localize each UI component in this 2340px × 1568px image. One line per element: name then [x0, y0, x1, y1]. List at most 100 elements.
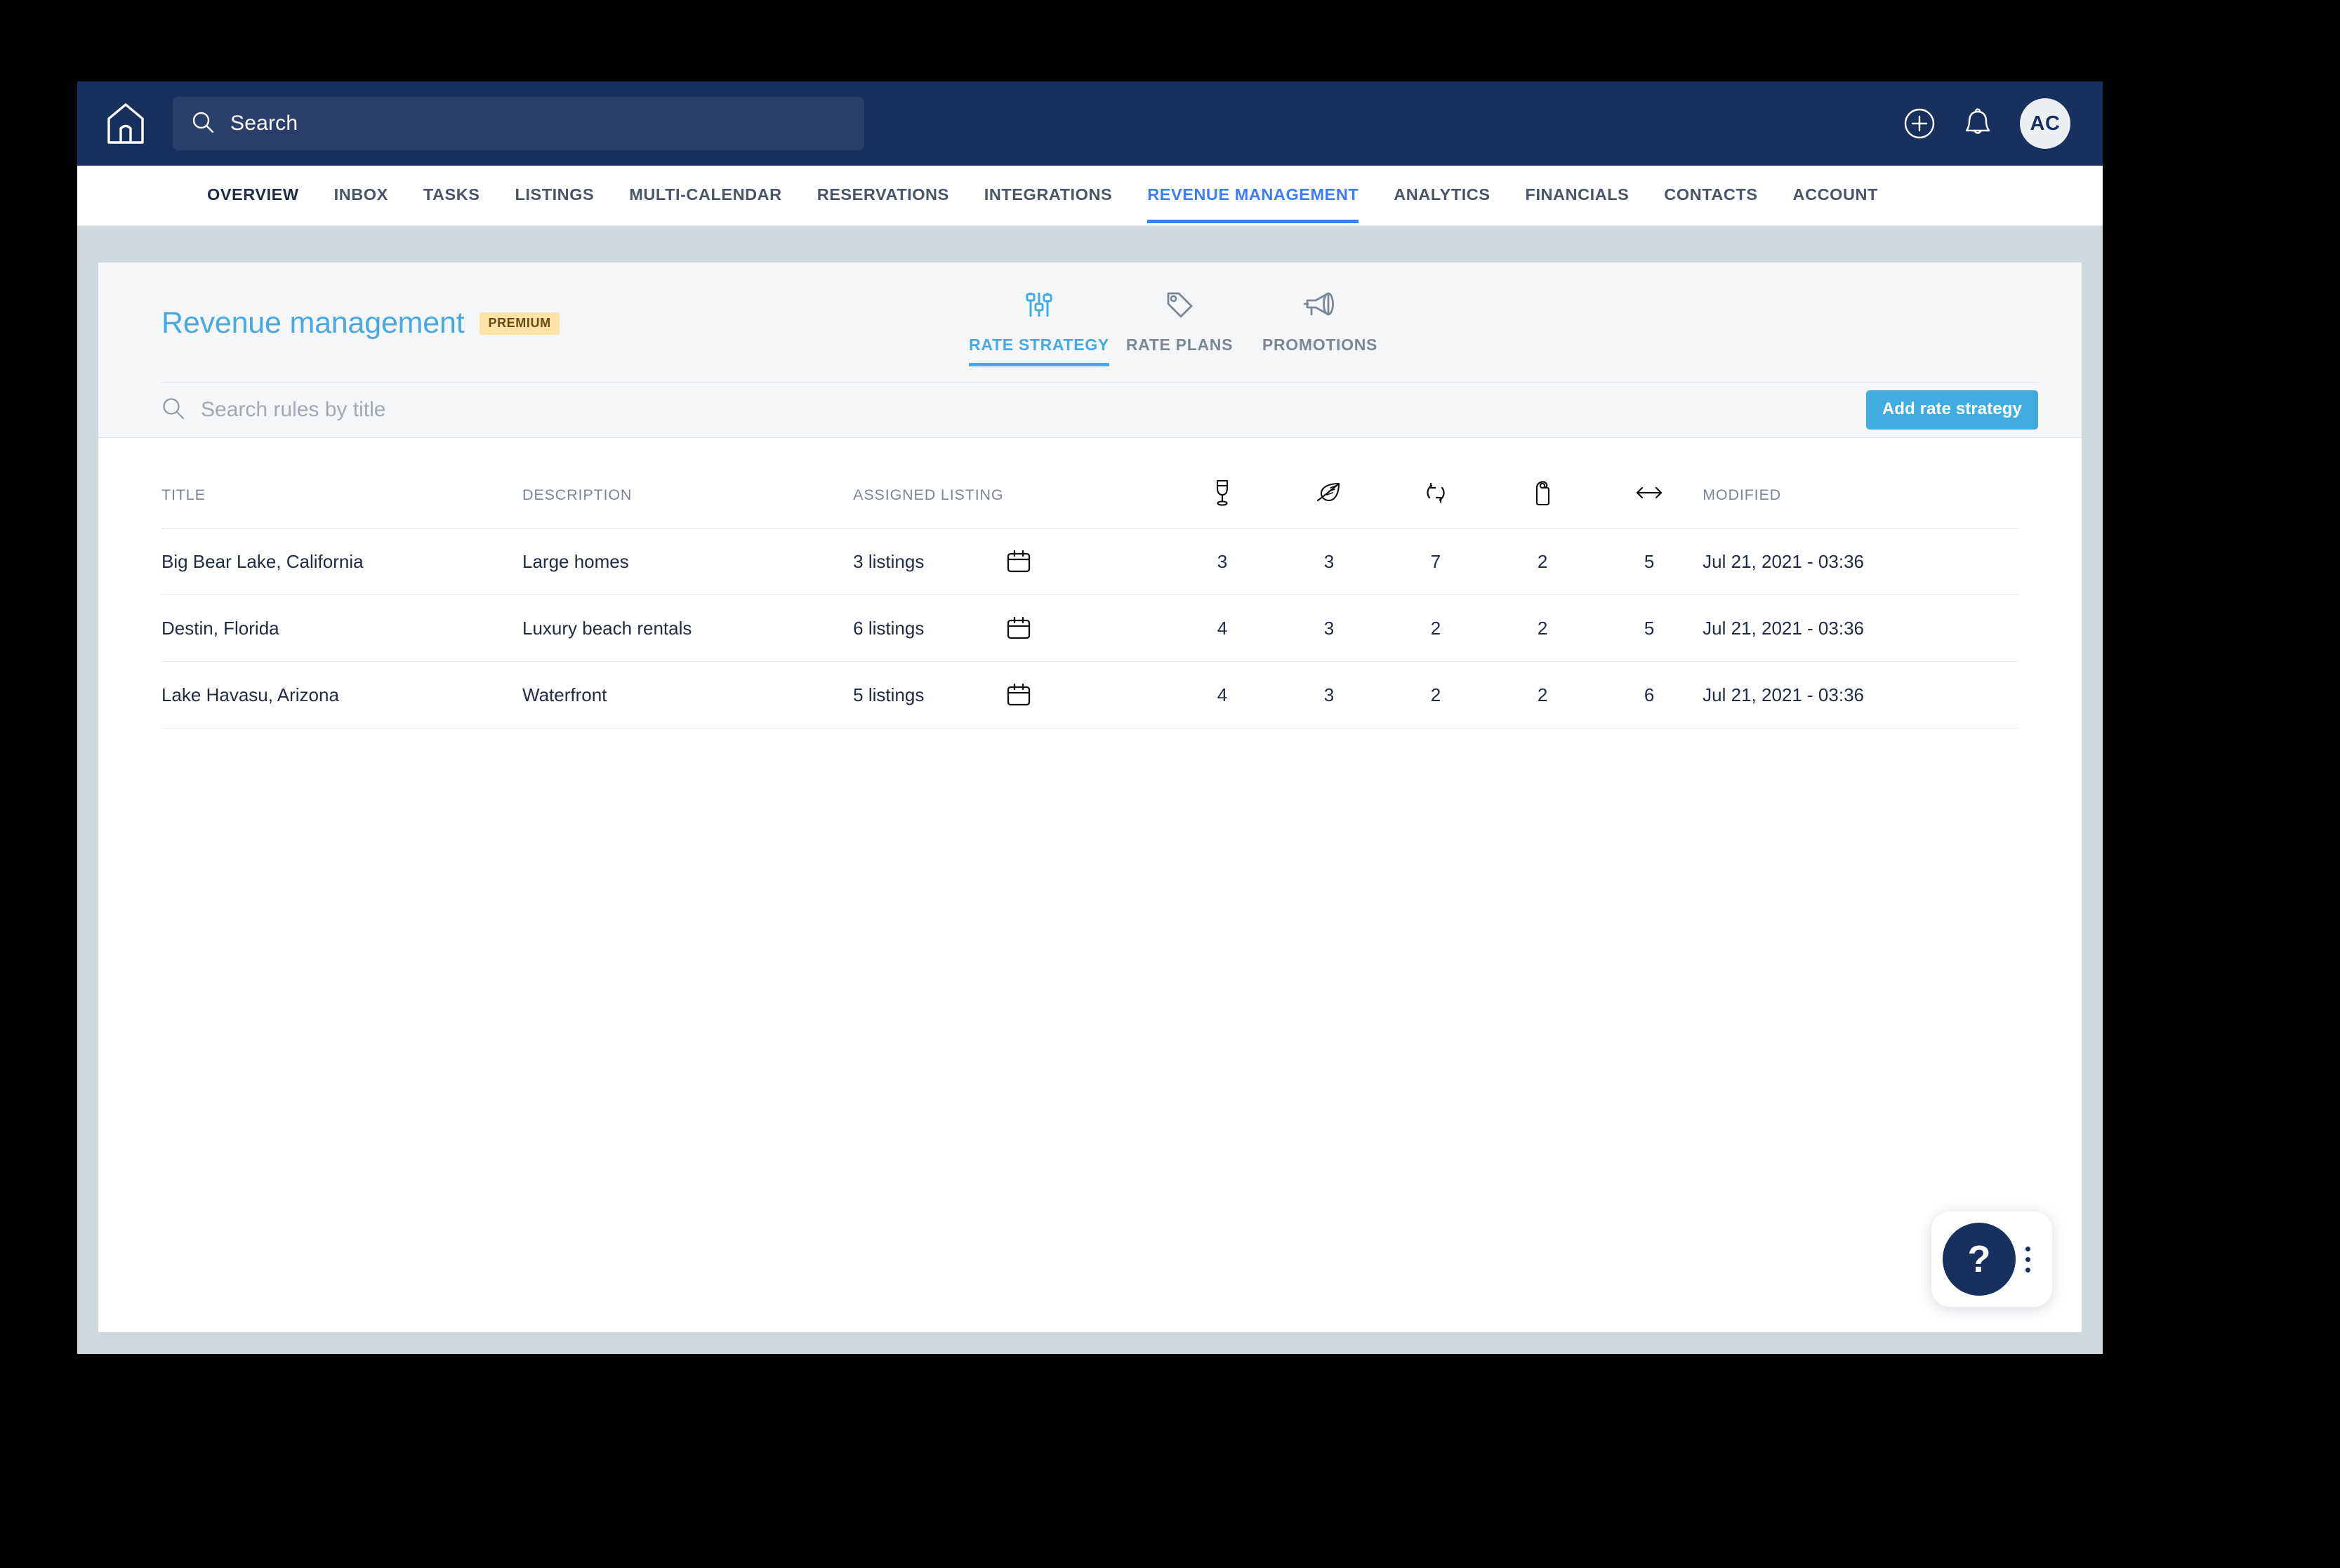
avatar-initials: AC — [2030, 112, 2061, 135]
refresh-cycle-icon — [1423, 483, 1448, 509]
calendar-icon[interactable] — [1006, 616, 1031, 640]
door-hanger-icon — [1533, 481, 1552, 510]
tab-rate-plans-label: RATE PLANS — [1125, 335, 1234, 354]
nav-item-integrations[interactable]: INTEGRATIONS — [984, 166, 1112, 223]
nav-item-reservations[interactable]: RESERVATIONS — [817, 166, 949, 223]
cell-description: Waterfront — [522, 661, 854, 729]
calendar-icon[interactable] — [1006, 550, 1031, 573]
home-icon[interactable] — [100, 98, 152, 150]
kebab-dot — [2025, 1256, 2030, 1262]
table-row[interactable]: Destin, Florida Luxury beach rentals 6 l… — [161, 594, 2018, 662]
cell-turnover: 2 — [1382, 594, 1490, 662]
table-head: TITLE DESCRIPTION ASSIGNED LISTING MODIF… — [161, 438, 2018, 529]
cell-description: Luxury beach rentals — [522, 594, 854, 662]
assigned-listing-count: 5 listings — [853, 684, 925, 705]
filter-row: Search rules by title Add rate strategy — [98, 383, 2082, 437]
avatar[interactable]: AC — [2020, 98, 2070, 149]
column-header-description[interactable]: DESCRIPTION — [522, 438, 854, 529]
tab-rate-plans[interactable]: RATE PLANS — [1109, 277, 1250, 366]
cell-title: Destin, Florida — [161, 594, 522, 662]
help-widget: ? — [1931, 1211, 2052, 1307]
assigned-listing-count: 3 listings — [853, 550, 925, 572]
cell-occupancy: 2 — [1489, 528, 1597, 595]
search-icon — [191, 110, 215, 138]
page-title: Revenue management — [161, 306, 465, 340]
cell-modified: Jul 21, 2021 - 03:36 — [1703, 528, 2018, 595]
sub-tabs: RATE STRATEGY RATE PLANS PROMOTIONS — [969, 277, 1390, 366]
cell-low-season: 3 — [1275, 594, 1383, 662]
cell-low-season: 3 — [1275, 661, 1383, 729]
screenshot-stage: Search AC OVERVIEW INBOX TASKS LISTINGS … — [0, 0, 2340, 1568]
add-rate-strategy-button[interactable]: Add rate strategy — [1865, 390, 2038, 430]
column-header-assigned-listing[interactable]: ASSIGNED LISTING — [853, 438, 1169, 529]
app-window: Search AC OVERVIEW INBOX TASKS LISTINGS … — [77, 81, 2103, 1354]
cell-modified: Jul 21, 2021 - 03:36 — [1703, 594, 2018, 662]
tab-rate-strategy-label: RATE STRATEGY — [969, 335, 1109, 354]
premium-badge: PREMIUM — [480, 312, 560, 335]
nav-item-overview[interactable]: OVERVIEW — [207, 166, 299, 223]
kebab-dot — [2025, 1267, 2030, 1273]
search-icon — [161, 397, 185, 424]
help-button[interactable]: ? — [1943, 1223, 2016, 1296]
plus-circle-icon[interactable] — [1903, 107, 1936, 140]
sliders-icon — [1023, 288, 1055, 324]
rate-strategy-table: TITLE DESCRIPTION ASSIGNED LISTING MODIF… — [161, 438, 2018, 729]
cell-high-season: 3 — [1168, 528, 1276, 595]
cell-high-season: 4 — [1168, 594, 1276, 662]
cell-high-season: 4 — [1168, 661, 1276, 729]
table-body: Big Bear Lake, California Large homes 3 … — [161, 528, 2018, 729]
column-header-title[interactable]: TITLE — [161, 438, 522, 529]
tag-icon — [1163, 288, 1196, 324]
cell-length-of-stay: 5 — [1596, 528, 1703, 595]
column-header-low-season[interactable] — [1275, 438, 1383, 529]
rules-table-area: TITLE DESCRIPTION ASSIGNED LISTING MODIF… — [98, 438, 2082, 729]
kebab-menu-icon[interactable] — [2025, 1246, 2030, 1273]
champagne-glass-icon — [1213, 479, 1231, 510]
top-bar-actions: AC — [1903, 81, 2070, 166]
cell-assigned-listing: 5 listings — [853, 661, 1169, 729]
content-card: Revenue management PREMIUM RATE STRATEGY… — [98, 263, 2082, 1332]
cell-occupancy: 2 — [1489, 594, 1597, 662]
rules-search-input[interactable]: Search rules by title — [161, 397, 385, 424]
cell-low-season: 3 — [1275, 528, 1383, 595]
table-row[interactable]: Lake Havasu, Arizona Waterfront 5 listin… — [161, 661, 2018, 729]
column-header-high-season[interactable] — [1168, 438, 1276, 529]
column-header-occupancy[interactable] — [1489, 438, 1597, 529]
nav-item-analytics[interactable]: ANALYTICS — [1394, 166, 1490, 223]
cell-title: Lake Havasu, Arizona — [161, 661, 522, 729]
nav-item-revenue-management[interactable]: REVENUE MANAGEMENT — [1147, 166, 1359, 223]
nav-item-listings[interactable]: LISTINGS — [515, 166, 594, 223]
nav-item-contacts[interactable]: CONTACTS — [1664, 166, 1757, 223]
nav-item-multi-calendar[interactable]: MULTI-CALENDAR — [629, 166, 781, 223]
assigned-listing-count: 6 listings — [853, 617, 925, 639]
column-header-turnover[interactable] — [1382, 438, 1490, 529]
top-bar: Search AC — [77, 81, 2103, 166]
cell-length-of-stay: 6 — [1596, 661, 1703, 729]
cell-title: Big Bear Lake, California — [161, 528, 522, 595]
bell-icon[interactable] — [1962, 107, 1993, 140]
nav-item-inbox[interactable]: INBOX — [334, 166, 388, 223]
kebab-dot — [2025, 1246, 2030, 1251]
page-title-row: Revenue management PREMIUM — [161, 306, 560, 340]
table-row[interactable]: Big Bear Lake, California Large homes 3 … — [161, 528, 2018, 595]
nav-item-financials[interactable]: FINANCIALS — [1526, 166, 1630, 223]
tab-promotions[interactable]: PROMOTIONS — [1250, 277, 1390, 366]
cell-assigned-listing: 6 listings — [853, 594, 1169, 662]
leaf-icon — [1315, 482, 1343, 507]
column-header-length-of-stay[interactable] — [1596, 438, 1703, 529]
cell-length-of-stay: 5 — [1596, 594, 1703, 662]
megaphone-icon — [1303, 288, 1337, 324]
main-navigation: OVERVIEW INBOX TASKS LISTINGS MULTI-CALE… — [77, 166, 2103, 226]
left-right-arrow-icon — [1634, 486, 1665, 505]
cell-assigned-listing: 3 listings — [853, 528, 1169, 595]
cell-turnover: 2 — [1382, 661, 1490, 729]
calendar-icon[interactable] — [1006, 683, 1031, 707]
global-search-input[interactable]: Search — [173, 97, 864, 150]
tab-rate-strategy[interactable]: RATE STRATEGY — [969, 277, 1109, 366]
column-header-modified[interactable]: MODIFIED — [1703, 438, 2018, 529]
nav-item-tasks[interactable]: TASKS — [423, 166, 480, 223]
tab-promotions-label: PROMOTIONS — [1262, 335, 1378, 354]
global-search-placeholder: Search — [230, 112, 298, 135]
nav-item-account[interactable]: ACCOUNT — [1793, 166, 1878, 223]
cell-modified: Jul 21, 2021 - 03:36 — [1703, 661, 2018, 729]
